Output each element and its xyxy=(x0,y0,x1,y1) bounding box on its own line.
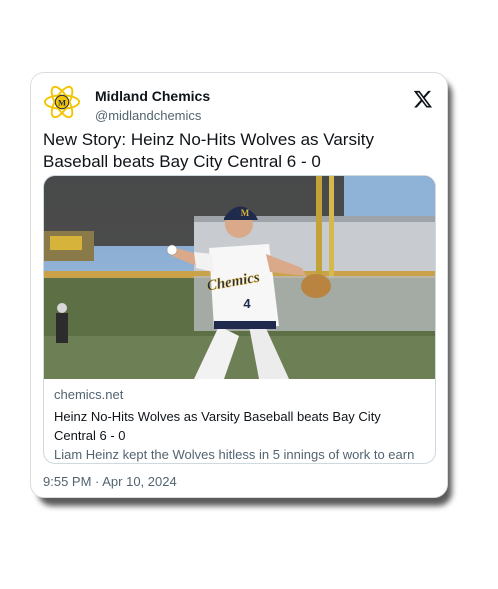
post-text: New Story: Heinz No-Hits Wolves as Varsi… xyxy=(43,130,374,171)
post-header: M Midland Chemics @midlandchemics xyxy=(43,83,435,127)
link-meta: chemics.net Heinz No-Hits Wolves as Vars… xyxy=(54,386,425,463)
jersey-number: 4 xyxy=(243,296,251,311)
author-handle[interactable]: @midlandchemics xyxy=(95,108,201,123)
link-domain: chemics.net xyxy=(54,387,124,402)
link-preview-card[interactable]: M Chemics 4 chemics.net Heinz No-Hits Wo… xyxy=(43,175,436,464)
link-title[interactable]: Heinz No-Hits Wolves as Varsity Baseball… xyxy=(54,407,425,445)
article-photo: M Chemics 4 xyxy=(44,176,435,379)
link-description: Liam Heinz kept the Wolves hitless in 5 … xyxy=(54,447,415,462)
avatar-letter: M xyxy=(58,97,66,107)
cap-logo: M xyxy=(241,208,250,218)
author-name[interactable]: Midland Chemics xyxy=(95,88,210,104)
x-logo-icon[interactable] xyxy=(413,89,433,109)
post-timestamp[interactable]: 9:55 PM · Apr 10, 2024 xyxy=(43,474,177,489)
atom-logo-icon[interactable]: M xyxy=(43,83,81,121)
embedded-post: M Midland Chemics @midlandchemics New St… xyxy=(30,72,448,498)
